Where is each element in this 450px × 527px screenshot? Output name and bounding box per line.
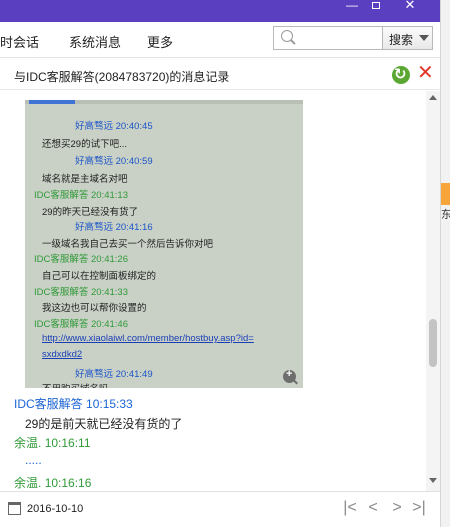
side-character: 东 bbox=[441, 209, 450, 221]
message-sender: IDC客服解答 bbox=[14, 397, 83, 411]
message-time: 10:16:11 bbox=[44, 436, 91, 450]
chevron-down-icon[interactable] bbox=[419, 35, 429, 41]
delete-icon[interactable]: ✕ bbox=[417, 63, 434, 83]
previous-page-icon[interactable]: < bbox=[364, 499, 382, 517]
tab-system-messages[interactable]: 系统消息 bbox=[69, 32, 121, 51]
scroll-down-icon[interactable] bbox=[429, 478, 437, 483]
close-button[interactable]: ✕ bbox=[398, 0, 422, 14]
embedded-message: 29的昨天已经没有货了 bbox=[42, 207, 139, 218]
embedded-message-header: IDC客服解答 20:41:26 bbox=[34, 254, 128, 265]
embedded-link[interactable]: sxdxdkd2 bbox=[42, 349, 82, 360]
search-box: 搜索 bbox=[273, 26, 433, 50]
tab-bar: 时会话 系统消息 更多 搜索 bbox=[0, 22, 440, 58]
embedded-message: 不用购买域名吗 bbox=[42, 381, 109, 388]
search-button[interactable]: 搜索 bbox=[382, 27, 432, 49]
message-text: ..... bbox=[25, 453, 42, 467]
refresh-icon[interactable] bbox=[392, 65, 410, 84]
maximize-button[interactable] bbox=[364, 0, 388, 14]
maximize-icon bbox=[372, 2, 380, 9]
message-history[interactable]: 好高骛远 20:40:45 还想买29的试下吧... 好高骛远 20:40:59 域名… bbox=[0, 91, 426, 491]
embedded-message-header: 好高骛远 20:41:16 bbox=[75, 222, 153, 233]
background-window-edge: 东 bbox=[440, 0, 450, 527]
search-input[interactable] bbox=[274, 27, 382, 49]
embedded-message: 域名就是主域名对吧 bbox=[42, 174, 128, 185]
message-header: IDC客服解答 10:15:33 bbox=[14, 395, 133, 412]
message-sender: 余温. bbox=[14, 436, 42, 450]
calendar-icon[interactable] bbox=[8, 502, 21, 515]
image-top-bar-tab bbox=[29, 100, 75, 104]
orange-tag-icon bbox=[441, 183, 450, 205]
embedded-message: 自己可以在控制面板绑定的 bbox=[42, 271, 157, 282]
record-header: 与IDC客服解答(2084783720)的消息记录 ✕ bbox=[0, 58, 440, 90]
message-text: 29的是前天就已经没有货的了 bbox=[25, 417, 183, 431]
embedded-link[interactable]: http://www.xiaolaiwl.com/member/hostbuy.… bbox=[42, 333, 254, 344]
window-titlebar: — ✕ bbox=[0, 0, 450, 22]
minimize-button[interactable]: — bbox=[340, 0, 364, 14]
embedded-message: 还想买29的试下吧... bbox=[42, 139, 127, 150]
next-page-icon[interactable]: > bbox=[388, 499, 406, 517]
chat-screenshot-image[interactable]: 好高骛远 20:40:45 还想买29的试下吧... 好高骛远 20:40:59 域名… bbox=[25, 100, 303, 388]
search-icon bbox=[281, 30, 293, 42]
first-page-icon[interactable]: |< bbox=[341, 499, 359, 517]
history-footer: 2016-10-10 |< < > >| bbox=[0, 491, 440, 527]
scroll-up-icon[interactable] bbox=[429, 95, 437, 100]
embedded-message-header: IDC客服解答 20:41:13 bbox=[34, 190, 128, 201]
last-page-icon[interactable]: >| bbox=[410, 499, 428, 517]
message-time: 10:15:33 bbox=[86, 397, 133, 411]
history-date[interactable]: 2016-10-10 bbox=[27, 503, 83, 515]
embedded-message-header: IDC客服解答 20:41:33 bbox=[34, 287, 128, 298]
embedded-message-header: IDC客服解答 20:41:46 bbox=[34, 319, 128, 330]
search-button-label: 搜索 bbox=[389, 33, 414, 47]
zoom-in-icon[interactable] bbox=[283, 368, 296, 383]
message-header: 余温. 10:16:16 bbox=[14, 474, 91, 491]
embedded-message-header: 好高骛远 20:40:59 bbox=[75, 156, 153, 167]
tab-more[interactable]: 更多 bbox=[147, 32, 173, 51]
embedded-message-header: 好高骛远 20:41:49 bbox=[75, 369, 153, 380]
message-sender: 余温. bbox=[14, 476, 42, 490]
embedded-message: 一级域名我自己去买一个然后告诉你对吧 bbox=[42, 239, 214, 250]
message-header: 余温. 10:16:11 bbox=[14, 434, 91, 451]
scrollbar-thumb[interactable] bbox=[429, 319, 437, 367]
vertical-scrollbar[interactable] bbox=[426, 91, 440, 491]
image-top-bar bbox=[25, 100, 303, 104]
embedded-message: 我这边也可以帮你设置的 bbox=[42, 303, 147, 314]
embedded-message-header: 好高骛远 20:40:45 bbox=[75, 121, 153, 132]
message-time: 10:16:16 bbox=[44, 476, 92, 490]
record-title: 与IDC客服解答(2084783720)的消息记录 bbox=[14, 70, 230, 84]
tab-recent-sessions[interactable]: 时会话 bbox=[0, 32, 39, 51]
